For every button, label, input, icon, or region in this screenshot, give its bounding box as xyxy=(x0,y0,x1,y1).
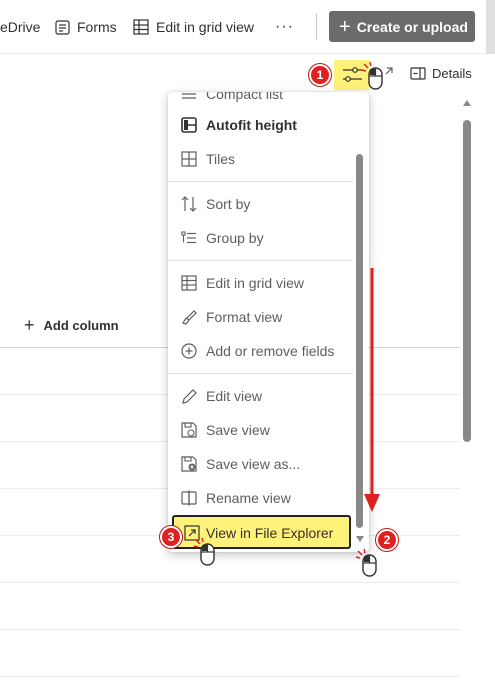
tiles-icon xyxy=(181,151,197,167)
more-options-button[interactable]: ··· xyxy=(275,14,294,40)
menu-item-label: View in File Explorer xyxy=(206,525,334,541)
menu-item-edit-view[interactable]: Edit view xyxy=(168,381,353,411)
menu-item-group-by[interactable]: Group by xyxy=(168,223,353,253)
menu-divider xyxy=(168,181,353,182)
edit-grid-view-label: Edit in grid view xyxy=(156,19,255,35)
menu-item-sort-by[interactable]: Sort by xyxy=(168,189,353,219)
plus-icon: + xyxy=(24,315,35,335)
menu-item-label: Sort by xyxy=(206,196,251,212)
menu-divider xyxy=(168,373,353,374)
menu-item-label: Edit view xyxy=(206,388,263,404)
format-brush-icon xyxy=(182,310,197,325)
step-badge-1: 1 xyxy=(309,64,331,86)
mouse-click-icon xyxy=(361,61,383,90)
scroll-arrow-annotation-icon xyxy=(364,268,380,512)
autofit-icon xyxy=(181,117,197,133)
forms-icon xyxy=(55,19,70,35)
menu-item-edit-in-grid-view[interactable]: Edit in grid view xyxy=(168,268,353,298)
menu-item-label: Compact list xyxy=(206,92,284,102)
command-bar: eDrive Forms Edit in grid view ··· + Cre… xyxy=(0,0,495,54)
menu-item-label: Rename view xyxy=(206,490,291,506)
create-or-upload-button[interactable]: + Create or upload xyxy=(329,11,475,42)
menu-item-tiles[interactable]: Tiles xyxy=(168,144,353,174)
menu-item-label: Save view xyxy=(206,422,270,438)
details-pane-icon xyxy=(410,67,426,80)
grid-icon xyxy=(181,275,197,291)
forms-button[interactable]: Forms xyxy=(55,14,117,40)
menu-divider xyxy=(168,260,353,261)
add-circle-icon xyxy=(181,343,197,359)
pencil-icon xyxy=(182,389,197,404)
compact-list-icon xyxy=(182,93,196,99)
menu-item-save-view[interactable]: Save view xyxy=(168,415,353,445)
save-as-icon xyxy=(181,456,197,472)
details-label: Details xyxy=(432,66,472,81)
edit-grid-view-button[interactable]: Edit in grid view xyxy=(133,14,254,40)
toolbar-divider xyxy=(316,14,317,40)
rename-icon xyxy=(181,490,197,506)
sort-icon xyxy=(181,196,197,212)
more-icon: ··· xyxy=(275,18,294,35)
menu-item-label: Edit in grid view xyxy=(206,275,305,291)
menu-item-label: Autofit height xyxy=(206,117,297,133)
group-icon xyxy=(181,231,196,244)
list-row-divider xyxy=(0,629,460,630)
save-icon xyxy=(181,422,197,438)
page-scrollbar[interactable] xyxy=(462,100,472,700)
onedrive-label: eDrive xyxy=(0,19,41,35)
create-or-upload-label: Create or upload xyxy=(356,18,468,35)
view-options-menu: Compact list Autofit height Tiles Sort b… xyxy=(168,92,369,552)
menu-item-format-view[interactable]: Format view xyxy=(168,302,353,332)
plus-icon: + xyxy=(339,15,351,38)
mouse-click-icon xyxy=(193,537,215,566)
menu-item-label: Format view xyxy=(206,309,283,325)
grid-icon xyxy=(133,19,149,35)
menu-item-rename-view[interactable]: Rename view xyxy=(168,483,353,513)
scroll-up-arrow[interactable] xyxy=(463,100,471,106)
details-button[interactable]: Details xyxy=(410,66,472,81)
menu-item-label: Save view as... xyxy=(206,456,301,472)
mouse-click-icon xyxy=(355,548,377,577)
forms-label: Forms xyxy=(77,19,117,35)
list-row-divider xyxy=(0,582,460,583)
step-badge-3: 3 xyxy=(160,526,182,548)
menu-item-autofit-height[interactable]: Autofit height xyxy=(168,110,353,140)
add-column-button[interactable]: + Add column xyxy=(24,316,119,334)
menu-item-label: Group by xyxy=(206,230,264,246)
menu-item-label: Tiles xyxy=(206,151,236,167)
onedrive-button[interactable]: eDrive xyxy=(0,14,40,40)
menu-item-compact-list[interactable]: Compact list xyxy=(168,92,353,109)
menu-item-label: Add or remove fields xyxy=(206,343,335,359)
page-scroll-thumb[interactable] xyxy=(463,120,471,442)
menu-item-save-view-as[interactable]: Save view as... xyxy=(168,449,353,479)
window-edge xyxy=(486,0,495,54)
scroll-down-arrow[interactable] xyxy=(356,536,364,542)
menu-item-add-remove-fields[interactable]: Add or remove fields xyxy=(168,336,353,366)
add-column-label: Add column xyxy=(43,317,119,333)
list-row-divider xyxy=(0,676,460,677)
